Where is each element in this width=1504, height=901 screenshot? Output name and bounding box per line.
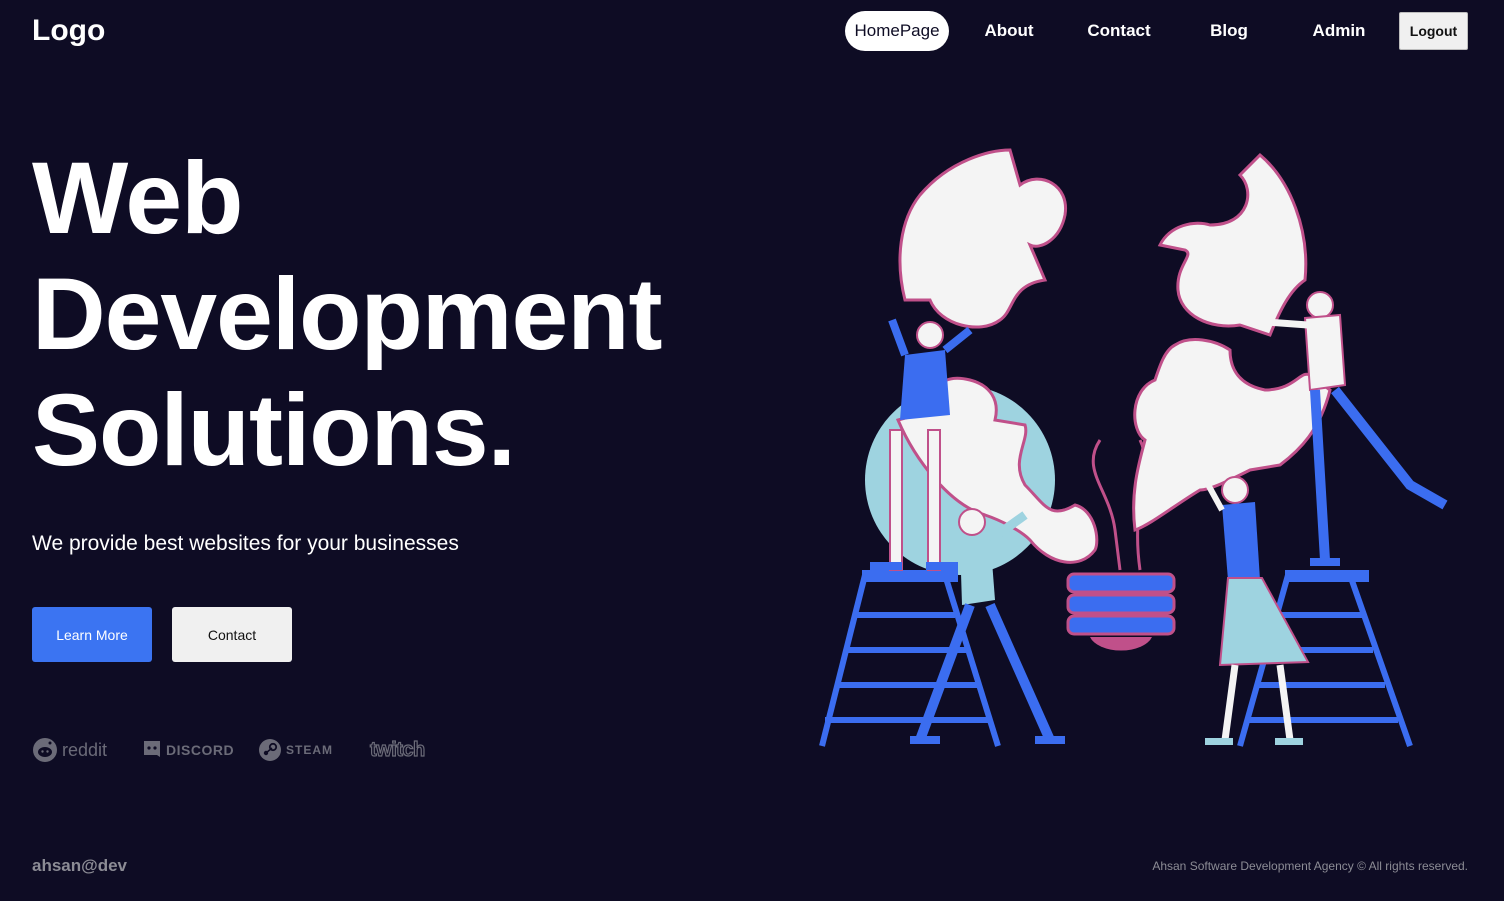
footer-copyright: Ahsan Software Development Agency © All … bbox=[1152, 859, 1468, 873]
discord-icon bbox=[144, 741, 160, 757]
puzzle-piece-top-left bbox=[898, 148, 1067, 329]
nav-contact[interactable]: Contact bbox=[1069, 11, 1169, 51]
hero-title-line: Development bbox=[32, 257, 662, 371]
landing-page: Logo HomePage About Contact Blog Admin L… bbox=[0, 0, 1504, 901]
twitch-logo: twitch bbox=[369, 735, 425, 765]
nav-admin[interactable]: Admin bbox=[1289, 11, 1389, 51]
logout-button[interactable]: Logout bbox=[1399, 12, 1468, 50]
puzzle-piece-top-right bbox=[1157, 152, 1308, 337]
reddit-logo: reddit bbox=[32, 735, 107, 765]
right-ladder-top bbox=[1285, 570, 1369, 582]
reddit-wordmark: reddit bbox=[62, 739, 108, 760]
nav-about[interactable]: About bbox=[949, 11, 1069, 51]
steam-logo: STEAM bbox=[258, 735, 333, 765]
reddit-icon bbox=[33, 738, 57, 762]
main-nav: HomePage About Contact Blog Admin bbox=[845, 11, 1389, 51]
hero-subtitle: We provide best websites for your busine… bbox=[32, 532, 459, 555]
twitch-wordmark: twitch bbox=[369, 738, 425, 761]
hero-title-line: Solutions. bbox=[32, 373, 516, 487]
steam-wordmark: STEAM bbox=[286, 743, 333, 757]
nav-homepage[interactable]: HomePage bbox=[845, 11, 949, 51]
steam-icon bbox=[259, 739, 281, 761]
contact-button[interactable]: Contact bbox=[172, 607, 292, 662]
learn-more-button[interactable]: Learn More bbox=[32, 607, 152, 662]
hero-title: Web Development Solutions. bbox=[32, 140, 662, 488]
footer-handle: ahsan@dev bbox=[32, 856, 128, 875]
discord-wordmark: DISCORD bbox=[166, 742, 235, 758]
discord-logo: DISCORD bbox=[142, 735, 234, 765]
nav-blog[interactable]: Blog bbox=[1169, 11, 1289, 51]
hero-title-line: Web bbox=[32, 141, 243, 255]
left-ladder-top bbox=[862, 570, 958, 582]
site-logo[interactable]: Logo bbox=[32, 14, 105, 48]
teamwork-puzzle-illustration bbox=[819, 148, 1448, 747]
